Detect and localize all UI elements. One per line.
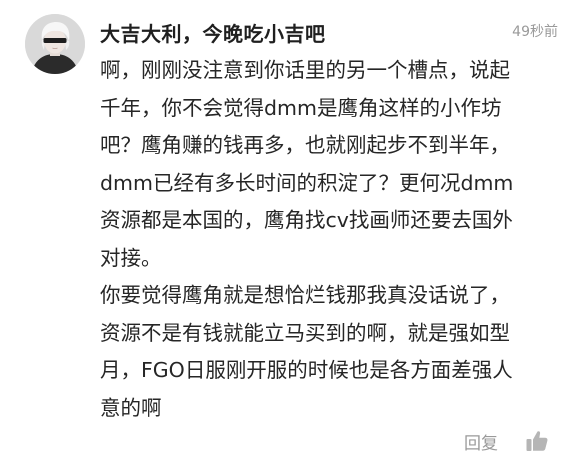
comment-body: 啊，刚刚没注意到你话里的另一个槽点，说起 千年，你不会觉得dmm是鹰角这样的小作… <box>100 52 560 427</box>
comment-line: 千年，你不会觉得dmm是鹰角这样的小作坊 <box>100 95 502 120</box>
comment-line: 意的啊 <box>100 395 162 420</box>
comment-line: 月，FGO日服刚开服的时候也是各方面差强人 <box>100 358 513 382</box>
comment-line: 你要觉得鹰角就是想恰烂钱那我真没话说了， <box>100 283 510 307</box>
timestamp: 49秒前 <box>512 24 558 40</box>
comment-line: 资源都是本国的，鹰角找cv找画师还要去国外 <box>100 208 513 232</box>
username[interactable]: 大吉大利，今晚吃小吉吧 <box>100 18 326 47</box>
comment-line: 吧？鹰角赚的钱再多，也就刚起步不到半年， <box>100 133 510 157</box>
thumbs-up-icon <box>526 431 548 451</box>
comment-line: 资源不是有钱就能立马买到的啊，就是强如型 <box>100 320 510 345</box>
avatar[interactable] <box>25 14 85 74</box>
reply-button[interactable]: 回复 <box>464 429 498 454</box>
comment-line: 啊，刚刚没注意到你话里的另一个槽点，说起 <box>100 58 510 82</box>
comment-item: 大吉大利，今晚吃小吉吧 49秒前 啊，刚刚没注意到你话里的另一个槽点，说起 千年… <box>0 0 580 464</box>
like-button[interactable] <box>524 428 550 454</box>
avatar-image <box>25 14 85 74</box>
comment-line: dmm已经有多长时间的积淀了？更何况dmm <box>100 170 514 195</box>
comment-line: 对接。 <box>100 245 162 270</box>
comment-actions: 回复 <box>464 428 550 454</box>
